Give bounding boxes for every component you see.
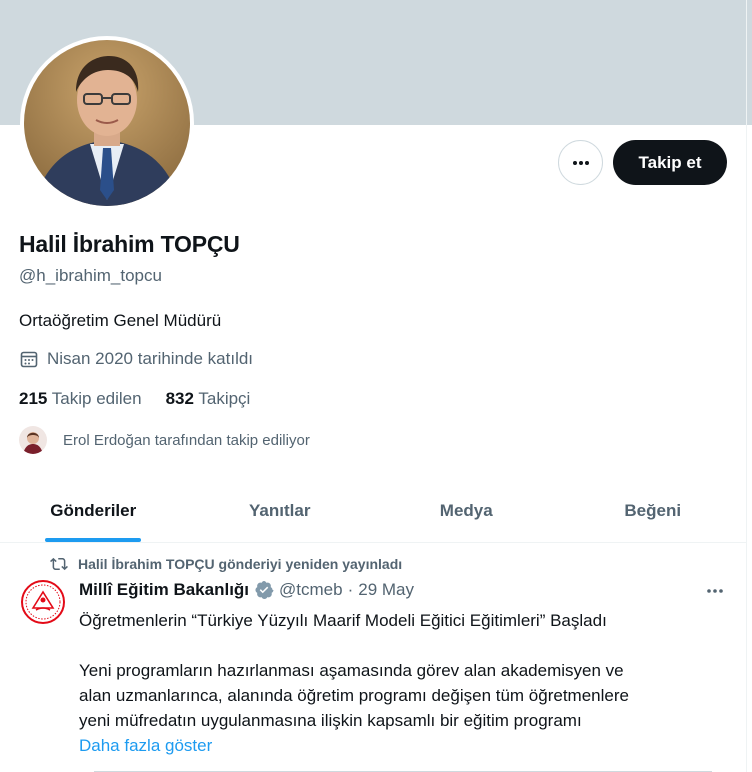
calendar-icon <box>20 351 38 368</box>
profile-tabs: Gönderiler Yanıtlar Medya Beğeni <box>0 480 746 543</box>
tab-replies[interactable]: Yanıtlar <box>187 480 374 542</box>
post-meta-separator: · <box>347 580 354 599</box>
post-body-line: yeni müfredatın uygulanmasına ilişkin ka… <box>79 711 582 730</box>
repost-icon <box>50 557 68 571</box>
follow-button[interactable]: Takip et <box>613 140 727 185</box>
profile-more-button[interactable] <box>558 140 603 185</box>
post-author-name[interactable]: Millî Eğitim Bakanlığı <box>79 580 249 600</box>
post-date[interactable]: 29 May <box>358 580 414 600</box>
profile-handle: @h_ibrahim_topcu <box>19 266 162 285</box>
repost-text[interactable]: Halil İbrahim TOPÇU gönderiyi yeniden ya… <box>78 556 402 572</box>
post-body-line: Yeni programların hazırlanması aşamasınd… <box>79 661 624 680</box>
show-more-link[interactable]: Daha fazla göster <box>79 733 719 758</box>
verified-badge-icon <box>255 581 274 599</box>
tab-media[interactable]: Medya <box>373 480 560 542</box>
avatar-photo <box>24 40 190 206</box>
post-header: Millî Eğitim Bakanlığı @tcmeb · 29 May <box>79 580 414 600</box>
post-title-line: Öğretmenlerin “Türkiye Yüzyılı Maarif Mo… <box>79 611 607 630</box>
tab-posts[interactable]: Gönderiler <box>0 480 187 542</box>
more-horizontal-icon <box>572 160 589 165</box>
column-divider <box>746 0 747 772</box>
joined-text: Nisan 2020 tarihinde katıldı <box>47 349 254 368</box>
profile-avatar[interactable] <box>20 36 194 210</box>
followed-by-text: Erol Erdoğan tarafından takip ediliyor <box>63 431 310 449</box>
profile-bio: Ortaöğretim Genel Müdürü <box>19 311 222 330</box>
active-tab-indicator <box>45 538 142 542</box>
post-author-avatar[interactable] <box>19 578 67 626</box>
following-link[interactable]: 215 Takip edilen <box>19 389 142 409</box>
post-body-line: alan uzmanlarınca, alanında öğretim prog… <box>79 686 629 705</box>
followers-link[interactable]: 832 Takipçi <box>166 389 251 409</box>
post-text: Öğretmenlerin “Türkiye Yüzyılı Maarif Mo… <box>79 608 719 758</box>
profile-name: Halil İbrahim TOPÇU <box>19 231 240 257</box>
follow-stats: 215 Takip edilen 832 Takipçi <box>19 389 250 409</box>
followed-by[interactable]: Erol Erdoğan tarafından takip ediliyor <box>19 426 310 454</box>
more-horizontal-icon <box>707 589 723 593</box>
post-author-handle[interactable]: @tcmeb <box>279 580 343 600</box>
joined-date: Nisan 2020 tarihinde katıldı <box>19 349 253 369</box>
follower-avatar <box>19 426 47 454</box>
meb-logo-icon <box>19 578 67 626</box>
tab-likes[interactable]: Beğeni <box>560 480 747 542</box>
repost-indicator: Halil İbrahim TOPÇU gönderiyi yeniden ya… <box>50 555 402 573</box>
post-more-button[interactable] <box>702 580 728 602</box>
